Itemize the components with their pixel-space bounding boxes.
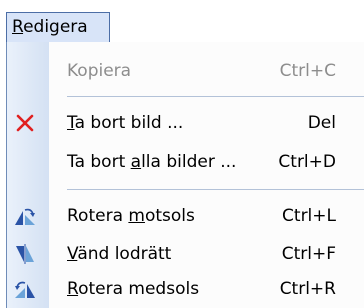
menu-item-ta-bort-bild-label: Ta bort bild ...	[67, 104, 183, 142]
menu-separator	[67, 96, 364, 97]
menu-item-rotera-medsols[interactable]: Rotera medsols Ctrl+R	[7, 270, 364, 308]
flip-vertical-icon	[13, 243, 37, 265]
menu-item-ta-bort-alla-bilder[interactable]: Ta bort alla bilder ... Ctrl+D	[7, 143, 364, 181]
rotate-left-icon	[13, 205, 37, 227]
menu-item-vand-lodratt[interactable]: Vänd lodrätt Ctrl+F	[7, 235, 364, 273]
delete-x-icon	[13, 112, 37, 134]
label-post: a bort bild ...	[74, 113, 184, 133]
menu-item-ta-bort-bild-shortcut: Del	[307, 113, 336, 133]
menu-item-kopiera-shortcut: Ctrl+C	[279, 61, 336, 81]
menu-item-rotera-medsols-label: Rotera medsols	[67, 270, 199, 308]
label-mnemonic: V	[67, 244, 78, 264]
menu-item-rotera-motsols[interactable]: Rotera motsols Ctrl+L	[7, 197, 364, 235]
menu-item-rotera-motsols-label: Rotera motsols	[67, 197, 195, 235]
menu-redigera-label: edigera	[23, 17, 88, 37]
label-post: otsols	[144, 206, 195, 226]
label-post: änd lodrätt	[77, 244, 172, 264]
label-pre: Rotera	[67, 206, 129, 226]
menu-item-vand-lodratt-shortcut: Ctrl+F	[281, 244, 336, 264]
menu-item-rotera-motsols-shortcut: Ctrl+L	[282, 206, 336, 226]
menu-item-ta-bort-alla-bilder-label: Ta bort alla bilder ...	[67, 143, 236, 181]
menu-item-rotera-medsols-shortcut: Ctrl+R	[279, 279, 336, 299]
menu-item-kopiera-label: Kopiera	[67, 61, 132, 81]
label-pre: Ta bort	[67, 152, 131, 172]
menu-redigera-mnemonic: R	[12, 17, 24, 37]
menu-redigera[interactable]: Redigera	[6, 12, 110, 42]
label-mnemonic: a	[130, 152, 142, 172]
redigera-dropdown: Kopiera Ctrl+C Ta bort bild ... Del Ta b…	[6, 42, 364, 308]
label-post: lla bilder ...	[141, 152, 237, 172]
menu-item-vand-lodratt-label: Vänd lodrätt	[67, 235, 171, 273]
rotate-right-icon	[13, 278, 37, 300]
menu-item-ta-bort-bild[interactable]: Ta bort bild ... Del	[7, 104, 364, 142]
label-mnemonic: R	[67, 279, 79, 299]
label-mnemonic: m	[128, 206, 145, 226]
label-post: otera medsols	[78, 279, 200, 299]
label-mnemonic: T	[67, 113, 75, 133]
menu-separator	[67, 189, 364, 190]
menu-item-ta-bort-alla-bilder-shortcut: Ctrl+D	[278, 152, 336, 172]
menu-item-kopiera: Kopiera Ctrl+C	[7, 52, 364, 90]
menu-bar: Redigera	[0, 0, 364, 48]
